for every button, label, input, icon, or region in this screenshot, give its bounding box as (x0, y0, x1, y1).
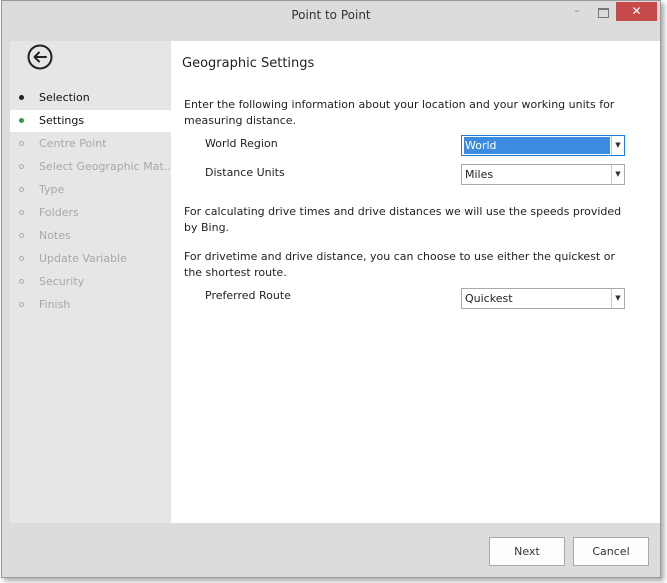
step-pending-icon (19, 256, 24, 261)
sidebar-item-label: Security (39, 275, 85, 288)
dropdown-arrow-icon[interactable]: ▼ (611, 289, 624, 308)
world-region-value: World (464, 137, 610, 154)
sidebar-item-label: Update Variable (39, 252, 127, 265)
step-pending-icon (19, 210, 24, 215)
sidebar-item-notes[interactable]: Notes (10, 225, 171, 247)
settings-panel: Geographic Settings Enter the following … (171, 41, 660, 523)
next-button[interactable]: Next (489, 537, 565, 566)
sidebar-item-label: Centre Point (39, 137, 107, 150)
dialog-window: Point to Point – ✕ Selection Settings Cent… (1, 0, 661, 578)
drive-info-text: For calculating drive times and drive di… (184, 205, 622, 234)
sidebar-item-label: Select Geographic Mat... (39, 160, 175, 173)
sidebar-item-selection[interactable]: Selection (10, 87, 171, 109)
maximize-button[interactable] (598, 8, 609, 18)
sidebar-item-label: Selection (39, 91, 90, 104)
step-bullet-icon (19, 95, 24, 100)
step-pending-icon (19, 164, 24, 169)
sidebar-item-settings[interactable]: Settings (10, 110, 171, 132)
distance-units-label: Distance Units (205, 166, 285, 179)
arrow-left-circle-icon (27, 44, 53, 70)
window-title: Point to Point (291, 8, 371, 22)
distance-units-select[interactable]: Miles ▼ (461, 164, 625, 185)
back-button[interactable] (27, 44, 53, 70)
sidebar-item-finish[interactable]: Finish (10, 294, 171, 316)
close-button[interactable]: ✕ (616, 2, 657, 21)
cancel-button[interactable]: Cancel (573, 537, 649, 566)
minimize-button[interactable]: – (570, 4, 584, 18)
wizard-sidebar: Selection Settings Centre Point Select Geog… (10, 41, 175, 523)
sidebar-item-folders[interactable]: Folders (10, 202, 171, 224)
step-pending-icon (19, 279, 24, 284)
preferred-route-select[interactable]: Quickest ▼ (461, 288, 625, 309)
distance-units-value: Miles (465, 168, 494, 181)
step-bullet-icon (19, 118, 24, 123)
sidebar-item-label: Notes (39, 229, 71, 242)
step-pending-icon (19, 141, 24, 146)
sidebar-item-label: Folders (39, 206, 79, 219)
sidebar-item-centre-point[interactable]: Centre Point (10, 133, 171, 155)
step-pending-icon (19, 187, 24, 192)
sidebar-item-select-geographic-mat[interactable]: Select Geographic Mat... (10, 156, 175, 178)
title-bar: Point to Point – ✕ (2, 1, 660, 31)
preferred-route-value: Quickest (465, 292, 513, 305)
dropdown-arrow-icon[interactable]: ▼ (611, 136, 624, 155)
sidebar-item-label: Type (39, 183, 65, 196)
step-pending-icon (19, 302, 24, 307)
world-region-label: World Region (205, 137, 278, 150)
sidebar-item-security[interactable]: Security (10, 271, 171, 293)
sidebar-item-label: Finish (39, 298, 71, 311)
sidebar-item-type[interactable]: Type (10, 179, 171, 201)
sidebar-item-label: Settings (39, 114, 85, 127)
route-info-text: For drivetime and drive distance, you ca… (184, 250, 615, 279)
step-pending-icon (19, 233, 24, 238)
page-title: Geographic Settings (182, 56, 315, 71)
dropdown-arrow-icon[interactable]: ▼ (611, 165, 624, 184)
world-region-select[interactable]: World ▼ (461, 135, 625, 156)
sidebar-item-update-variable[interactable]: Update Variable (10, 248, 171, 270)
preferred-route-label: Preferred Route (205, 289, 291, 302)
intro-text: Enter the following information about yo… (184, 98, 615, 127)
